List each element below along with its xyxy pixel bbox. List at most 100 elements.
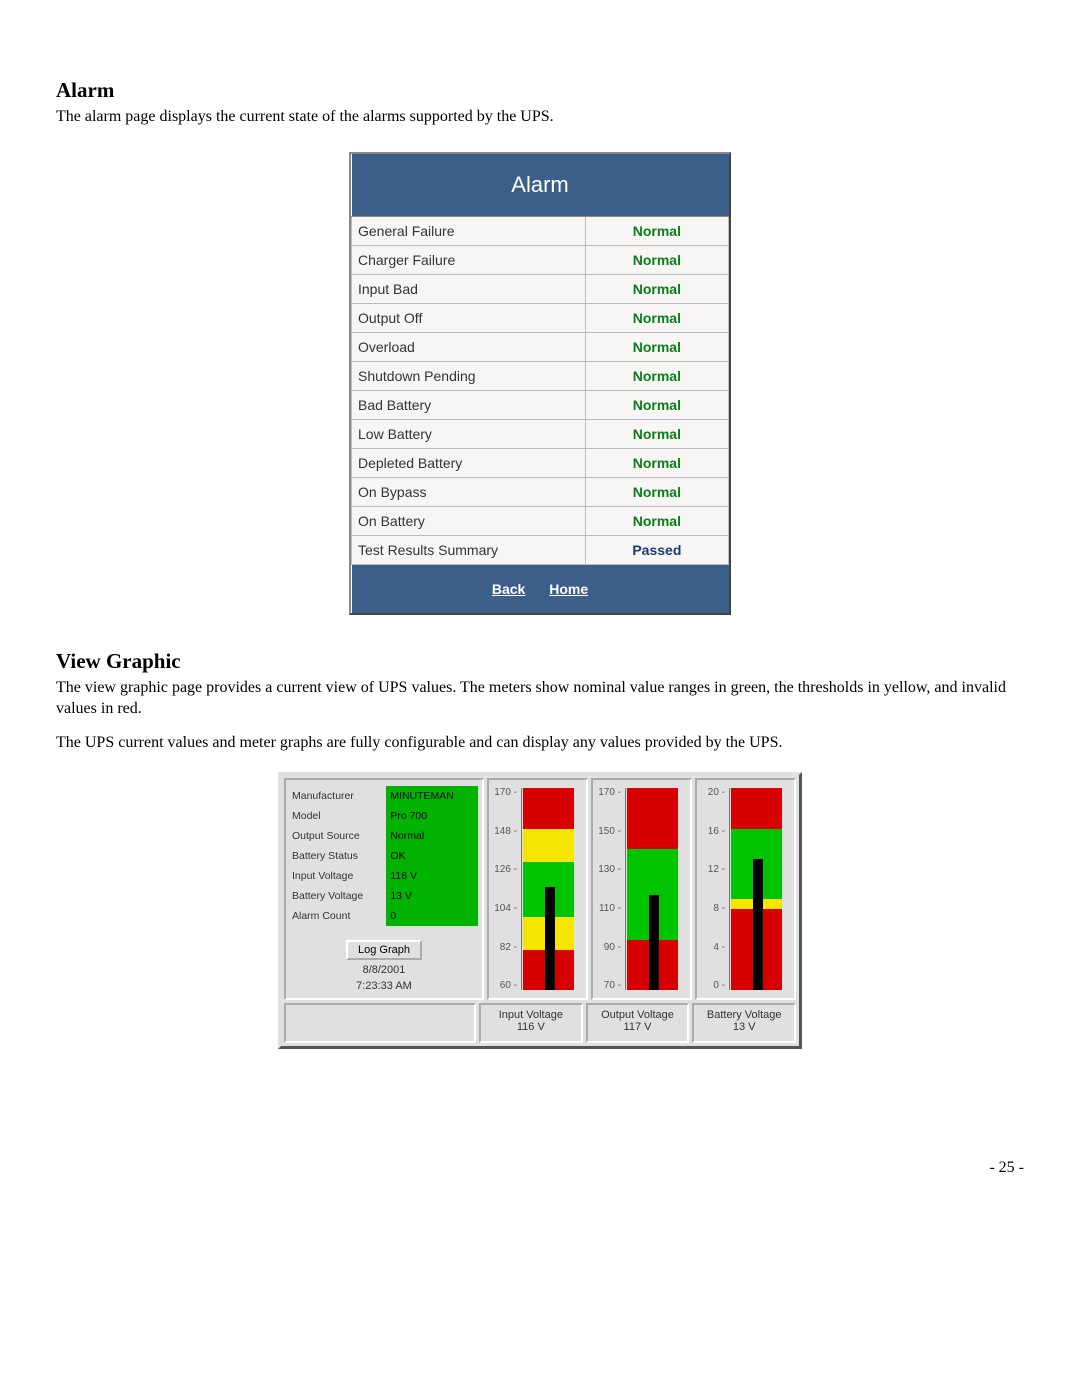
alarm-label: On Battery [352, 506, 586, 535]
info-label: Input Voltage [290, 866, 386, 886]
graphic-time: 7:23:33 AM [290, 980, 478, 992]
alarm-description: The alarm page displays the current stat… [56, 107, 1024, 128]
info-value: 116 V [386, 866, 478, 886]
axis-tick: 12 - [708, 864, 725, 875]
meters-row: 170 -148 -126 -104 -82 -60 -170 -150 -13… [487, 775, 799, 1003]
view-graphic-desc-2: The UPS current values and meter graphs … [56, 733, 1024, 754]
axis-tick: 150 - [598, 826, 621, 837]
alarm-label: Charger Failure [352, 245, 586, 274]
alarm-row: Low BatteryNormal [352, 419, 729, 448]
info-label: Model [290, 806, 386, 826]
alarm-label: Bad Battery [352, 390, 586, 419]
meter-bar [625, 788, 682, 990]
axis-tick: 20 - [708, 787, 725, 798]
meter-indicator [753, 859, 763, 990]
meter-reading: 117 V [588, 1021, 688, 1033]
alarm-status: Passed [585, 535, 728, 564]
alarm-label: Low Battery [352, 419, 586, 448]
alarm-status: Normal [585, 390, 728, 419]
meter-indicator [649, 895, 659, 990]
meter-label: Output Voltage117 V [586, 1003, 690, 1043]
axis-tick: 82 - [500, 942, 517, 953]
view-graphic-desc-1: The view graphic page provides a current… [56, 678, 1024, 720]
alarm-status: Normal [585, 245, 728, 274]
meter-zone-yellow [523, 829, 574, 862]
alarm-status: Normal [585, 216, 728, 245]
axis-tick: 70 - [604, 980, 621, 991]
meter-axis: 20 -16 -12 -8 -4 -0 - [699, 784, 729, 994]
axis-tick: 126 - [494, 864, 517, 875]
graphic-panel: ManufacturerMINUTEMANModelPro 700Output … [278, 772, 802, 1049]
info-label: Manufacturer [290, 786, 386, 806]
alarm-status: Normal [585, 332, 728, 361]
meter: 170 -148 -126 -104 -82 -60 - [487, 778, 588, 1000]
page-number: - 25 - [56, 1159, 1024, 1177]
meter-title: Output Voltage [588, 1009, 688, 1021]
alarm-row: Test Results SummaryPassed [352, 535, 729, 564]
axis-tick: 170 - [598, 787, 621, 798]
alarm-label: Overload [352, 332, 586, 361]
view-graphic-heading: View Graphic [56, 649, 1024, 674]
alarm-label: Depleted Battery [352, 448, 586, 477]
alarm-status: Normal [585, 303, 728, 332]
info-value: 13 V [386, 886, 478, 906]
meter-axis: 170 - 150 - 130 - 110 - 90 - 70 - [595, 784, 625, 994]
axis-tick: 110 - [599, 903, 621, 914]
alarm-panel: Alarm General FailureNormalCharger Failu… [349, 152, 731, 615]
axis-tick: 4 - [713, 942, 725, 953]
meter: 170 - 150 - 130 - 110 - 90 - 70 - [591, 778, 692, 1000]
alarm-label: Test Results Summary [352, 535, 586, 564]
info-value: 0 [386, 906, 478, 926]
alarm-row: Shutdown PendingNormal [352, 361, 729, 390]
axis-tick: 148 - [494, 826, 517, 837]
alarm-row: Charger FailureNormal [352, 245, 729, 274]
meters-labels-row: Input Voltage116 VOutput Voltage117 VBat… [281, 1003, 799, 1046]
info-table: ManufacturerMINUTEMANModelPro 700Output … [290, 786, 478, 926]
alarm-label: On Bypass [352, 477, 586, 506]
info-label: Output Source [290, 826, 386, 846]
meter-zone-red [731, 788, 782, 828]
meter-title: Battery Voltage [694, 1009, 794, 1021]
alarm-label: Shutdown Pending [352, 361, 586, 390]
info-value: OK [386, 846, 478, 866]
axis-tick: 90 - [604, 942, 621, 953]
meter-reading: 116 V [481, 1021, 581, 1033]
alarm-label: Output Off [352, 303, 586, 332]
alarm-row: General FailureNormal [352, 216, 729, 245]
alarm-row: Input BadNormal [352, 274, 729, 303]
alarm-status: Normal [585, 477, 728, 506]
graphic-date: 8/8/2001 [290, 964, 478, 976]
meter-label: Input Voltage116 V [479, 1003, 583, 1043]
meter-title: Input Voltage [481, 1009, 581, 1021]
meter-label: Battery Voltage13 V [692, 1003, 796, 1043]
info-value: Normal [386, 826, 478, 846]
axis-tick: 104 - [494, 903, 517, 914]
alarm-status: Normal [585, 448, 728, 477]
alarm-status: Normal [585, 361, 728, 390]
alarm-row: Output OffNormal [352, 303, 729, 332]
meter-zone-red [523, 788, 574, 828]
alarm-row: OverloadNormal [352, 332, 729, 361]
back-link[interactable]: Back [492, 581, 525, 597]
alarm-row: Bad BatteryNormal [352, 390, 729, 419]
alarm-status: Normal [585, 419, 728, 448]
meter: 20 -16 -12 -8 -4 -0 - [695, 778, 796, 1000]
alarm-table-title: Alarm [352, 154, 729, 217]
info-label: Alarm Count [290, 906, 386, 926]
axis-tick: 8 - [713, 903, 725, 914]
home-link[interactable]: Home [549, 581, 588, 597]
alarm-heading: Alarm [56, 78, 1024, 103]
axis-tick: 130 - [598, 864, 621, 875]
alarm-row: On BypassNormal [352, 477, 729, 506]
info-box: ManufacturerMINUTEMANModelPro 700Output … [284, 778, 484, 1000]
alarm-row: On BatteryNormal [352, 506, 729, 535]
meter-bar [521, 788, 578, 990]
info-value: MINUTEMAN [386, 786, 478, 806]
meter-axis: 170 -148 -126 -104 -82 -60 - [491, 784, 521, 994]
alarm-label: General Failure [352, 216, 586, 245]
alarm-label: Input Bad [352, 274, 586, 303]
meter-indicator [545, 887, 555, 990]
info-value: Pro 700 [386, 806, 478, 826]
log-graph-button[interactable]: Log Graph [346, 940, 422, 960]
alarm-status: Normal [585, 506, 728, 535]
